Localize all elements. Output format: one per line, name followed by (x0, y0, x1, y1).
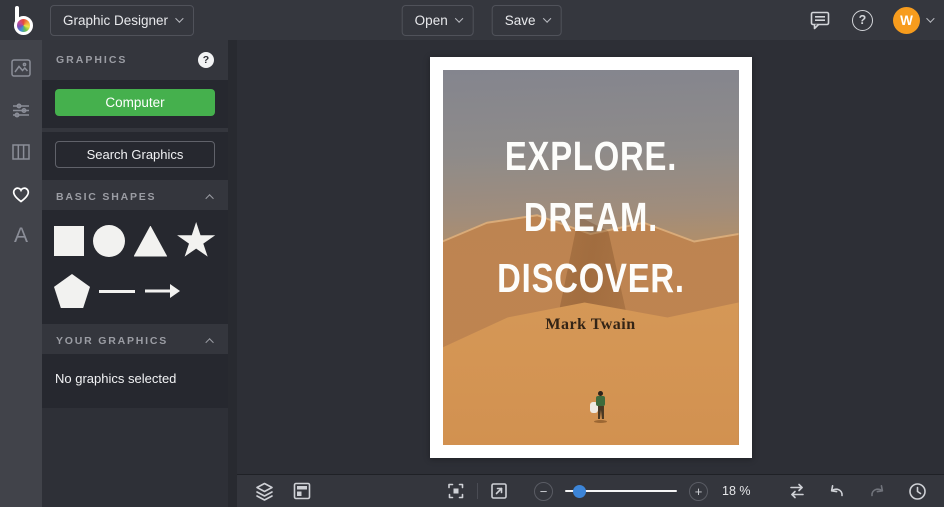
app-window: Graphic Designer Open Save ? W A GRAPHIC… (0, 0, 944, 507)
your-graphics-empty: No graphics selected (42, 354, 228, 408)
zoom-in-button[interactable]: + (689, 481, 708, 501)
poster-author[interactable]: Mark Twain (443, 316, 739, 334)
main-area: A GRAPHICS ? Computer Search Graphics BA… (0, 40, 944, 507)
panel-title: GRAPHICS (56, 54, 128, 66)
shape-triangle[interactable] (133, 225, 168, 257)
empty-message: No graphics selected (55, 371, 177, 386)
open-fullscreen-icon (491, 483, 507, 499)
columns-icon (12, 144, 30, 160)
zoom-percentage: 18 % (722, 484, 751, 498)
shape-square[interactable] (54, 226, 84, 256)
template-icon (293, 482, 311, 500)
design-poster[interactable]: EXPLORE. DREAM. DISCOVER. Mark Twain (429, 57, 752, 458)
switch-template-button[interactable] (784, 478, 810, 504)
fullscreen-button[interactable] (486, 478, 512, 504)
clock-history-icon (908, 482, 926, 500)
panel-help-icon[interactable]: ? (198, 52, 214, 68)
fit-to-screen-button[interactable] (443, 478, 469, 504)
headline-line: DREAM. (523, 194, 658, 241)
canvas-column: EXPLORE. DREAM. DISCOVER. Mark Twain − +… (237, 40, 944, 507)
fit-screen-icon (448, 483, 464, 499)
shape-circle[interactable] (92, 225, 125, 257)
chevron-down-icon (454, 14, 464, 23)
chevron-up-icon (205, 338, 214, 347)
headline-line: EXPLORE. (504, 133, 677, 180)
zoom-slider-handle[interactable] (573, 484, 586, 498)
help-button[interactable]: ? (852, 9, 873, 31)
question-mark-icon: ? (852, 9, 873, 31)
zoom-slider[interactable] (565, 482, 677, 501)
redo-icon (871, 485, 884, 497)
app-mode-menu[interactable]: Graphic Designer (50, 4, 195, 36)
zoom-controls: − + 18 % (534, 481, 758, 501)
basic-shapes-header[interactable]: BASIC SHAPES (42, 184, 228, 210)
feedback-button[interactable] (808, 8, 832, 32)
layers-button[interactable] (251, 478, 277, 504)
shape-arrow[interactable] (144, 283, 180, 299)
template-manager-button[interactable] (289, 478, 315, 504)
layers-icon (255, 482, 273, 501)
canvas-area[interactable]: EXPLORE. DREAM. DISCOVER. Mark Twain (237, 40, 944, 474)
chat-bubble-icon (810, 11, 830, 30)
rail-item-text[interactable]: A (7, 222, 35, 250)
bottom-toolbar: − + 18 % (237, 474, 944, 507)
save-button[interactable]: Save (491, 4, 562, 36)
chevron-down-icon (926, 14, 935, 23)
poster-photo: EXPLORE. DREAM. DISCOVER. Mark Twain (442, 70, 739, 445)
chevron-down-icon (542, 14, 552, 23)
upload-block: Computer (42, 80, 228, 128)
open-button[interactable]: Open (401, 4, 474, 36)
basic-shapes-grid (42, 210, 228, 324)
search-graphics-button[interactable]: Search Graphics (55, 141, 215, 168)
shape-line[interactable] (99, 289, 135, 293)
rail-item-graphics[interactable] (7, 180, 35, 208)
walking-person-figure (589, 391, 608, 427)
zoom-out-button[interactable]: − (534, 481, 553, 501)
undo-icon (830, 485, 843, 497)
poster-headline[interactable]: EXPLORE. DREAM. DISCOVER. (472, 126, 709, 309)
headline-line: DISCOVER. (496, 255, 685, 302)
tool-rail: A (0, 40, 42, 507)
your-graphics-header[interactable]: YOUR GRAPHICS (42, 328, 228, 354)
topbar-right: ? W (808, 6, 935, 34)
swap-icon (790, 483, 804, 499)
shape-star[interactable] (177, 222, 216, 257)
chevron-up-icon (205, 194, 214, 203)
befunky-logo-icon[interactable] (14, 5, 36, 35)
avatar: W (893, 6, 920, 34)
computer-upload-button[interactable]: Computer (55, 89, 215, 116)
file-actions: Open Save (401, 4, 562, 36)
arrow-right-icon (145, 284, 180, 298)
topbar: Graphic Designer Open Save ? W (0, 0, 944, 40)
image-icon (11, 59, 31, 77)
redo-button[interactable] (864, 478, 890, 504)
search-block: Search Graphics (42, 132, 228, 180)
graphics-panel: GRAPHICS ? Computer Search Graphics BASI… (42, 40, 228, 507)
history-button[interactable] (904, 478, 930, 504)
rail-item-layout[interactable] (7, 138, 35, 166)
undo-button[interactable] (824, 478, 850, 504)
panel-header: GRAPHICS ? (42, 40, 228, 80)
chevron-down-icon (175, 14, 184, 23)
rail-item-adjust[interactable] (7, 96, 35, 124)
shape-pentagon[interactable] (54, 274, 90, 308)
view-controls (443, 478, 512, 504)
account-menu[interactable]: W (893, 6, 935, 34)
app-mode-label: Graphic Designer (63, 12, 169, 28)
panel-canvas-divider (228, 40, 237, 507)
sliders-icon (13, 103, 29, 118)
history-controls (784, 478, 930, 504)
text-tool-icon: A (13, 224, 28, 247)
rail-item-image[interactable] (7, 54, 35, 82)
heart-icon (12, 187, 30, 203)
